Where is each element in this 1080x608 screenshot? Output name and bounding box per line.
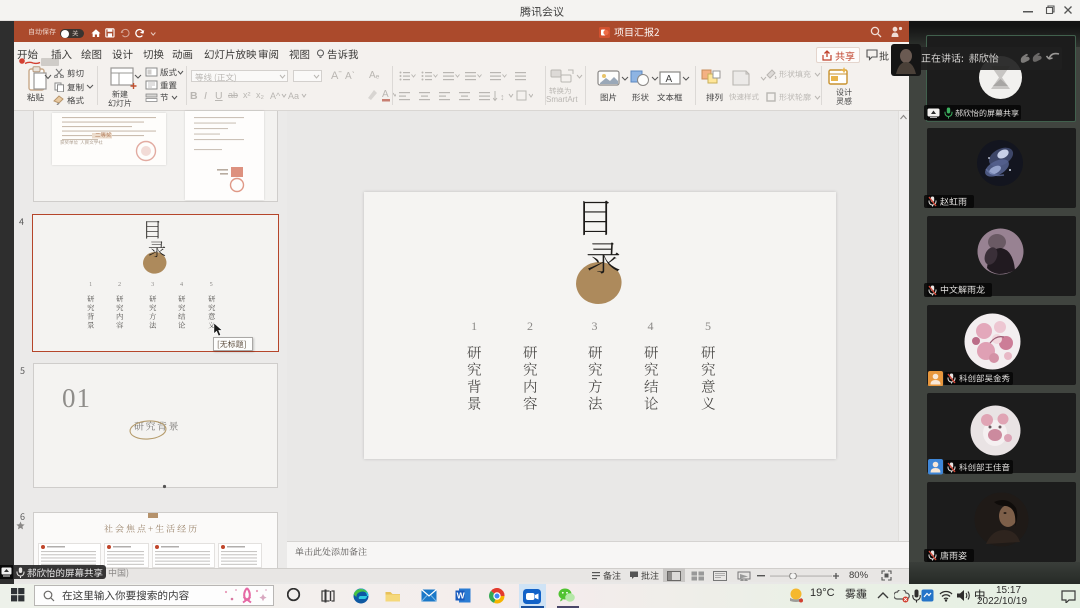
svg-text:A: A [666, 74, 673, 85]
svg-text:A: A [382, 89, 389, 100]
svg-text:A^: A^ [270, 91, 281, 101]
svg-text:Aa: Aa [288, 91, 299, 101]
svg-text:↕: ↕ [500, 92, 505, 102]
svg-text:W: W [457, 591, 466, 601]
